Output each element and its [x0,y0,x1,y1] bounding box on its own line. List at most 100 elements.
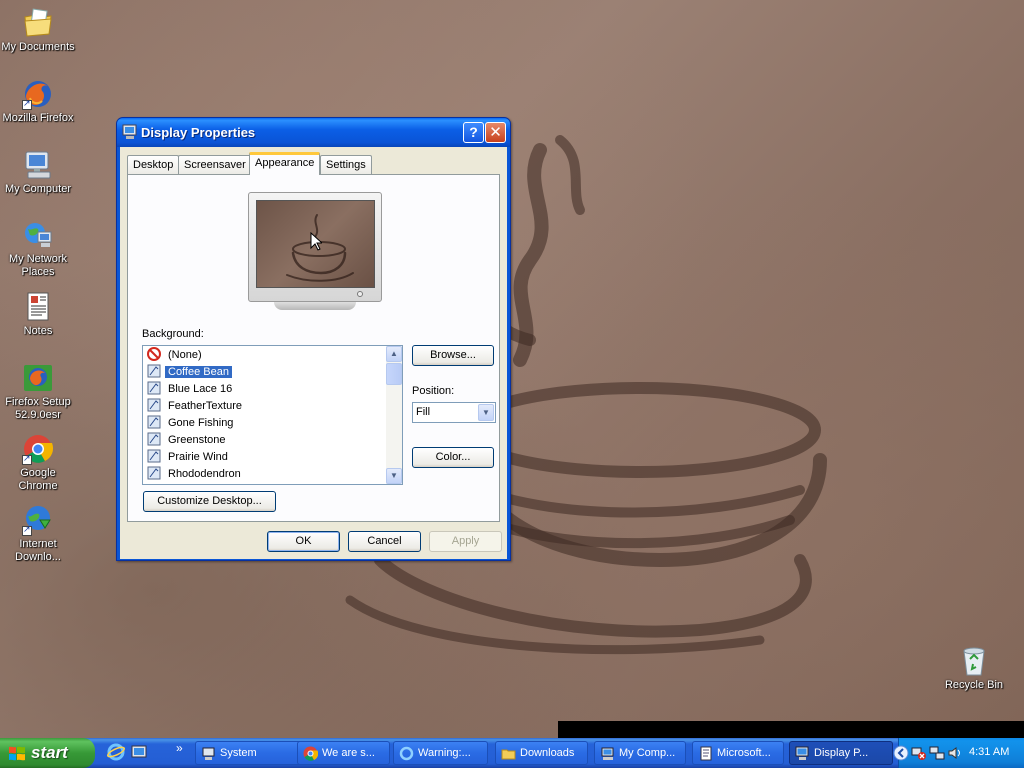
desktop-icon-my-computer[interactable]: My Computer [0,149,76,196]
show-desktop-icon[interactable] [130,743,148,761]
network-places-icon [22,219,54,251]
tab-desktop[interactable]: Desktop [127,155,180,174]
desktop-icon-label: Firefox Setup 52.9.0esr [5,396,71,421]
internet-explorer-icon [399,746,414,761]
appearance-tab-panel: Background: (None) Coffee Bean Blue Lace… [127,174,500,522]
browse-button[interactable]: Browse... [412,345,494,366]
taskbar-item-warning[interactable]: Warning:... [393,741,488,765]
taskbar-item-label: Warning:... [418,747,471,759]
list-item-label: Rhododendron [168,468,241,480]
network-error-icon[interactable] [911,745,927,761]
desktop-icon-mozilla-firefox[interactable]: Mozilla Firefox [0,78,76,125]
network-connection-icon[interactable] [929,745,945,761]
desktop-icon-label: Google Chrome [18,467,58,492]
taskbar-item-label: System [220,747,257,759]
tab-screensaver[interactable]: Screensaver [178,155,252,174]
list-item-label: Prairie Wind [168,451,228,463]
list-item-label: (None) [168,349,202,361]
list-item-prairie-wind[interactable]: Prairie Wind [147,449,231,466]
tray-expand-icon[interactable] [893,745,909,761]
dialog-client-area: Desktop Screensaver Appearance Settings [120,147,507,559]
desktop-icon-recycle-bin[interactable]: Recycle Bin [936,645,1012,692]
apply-button[interactable]: Apply [429,531,502,552]
ok-button[interactable]: OK [267,531,340,552]
shortcut-arrow-icon [22,98,32,110]
list-item-none[interactable]: (None) [147,347,205,364]
start-label: start [31,743,68,762]
desktop-icon-internet-download-manager[interactable]: Internet Downlo... [0,504,76,564]
close-button[interactable]: ✕ [485,122,506,143]
taskbar-item-label: My Comp... [619,747,676,759]
list-item-coffee-bean[interactable]: Coffee Bean [147,364,232,381]
tab-appearance[interactable]: Appearance [249,152,321,175]
taskbar-item-display-properties[interactable]: Display P... [789,741,893,765]
notepad-icon [698,746,713,761]
scroll-down-icon[interactable]: ▼ [386,468,402,484]
folder-icon [501,746,516,761]
desktop-icon-label: Internet Downlo... [15,538,61,563]
scroll-up-icon[interactable]: ▲ [386,346,402,362]
none-icon [147,347,161,361]
list-item-rhododendron[interactable]: Rhododendron [147,466,244,483]
list-item-gone-fishing[interactable]: Gone Fishing [147,415,236,432]
internet-download-manager-icon [22,504,54,536]
taskbar-item-microsoft[interactable]: Microsoft... [692,741,784,765]
position-select[interactable]: Fill ▼ [412,402,496,423]
quick-launch-more-icon[interactable]: » [176,741,183,755]
desktop-icon-label: Notes [23,325,53,337]
desktop-icon-firefox-setup[interactable]: Firefox Setup 52.9.0esr [0,362,76,422]
list-item-greenstone[interactable]: Greenstone [147,432,228,449]
shortcut-arrow-icon [22,453,32,465]
list-item-label: Coffee Bean [165,366,232,378]
taskbar: start » System We are s... Warning:... D… [0,738,1024,768]
black-overlay-strip [558,721,1024,738]
display-properties-window[interactable]: Display Properties ? ✕ Desktop Screensav… [116,117,511,561]
chrome-icon [22,433,54,465]
list-scrollbar[interactable]: ▲ ▼ [386,346,402,484]
taskbar-item-label: Downloads [520,747,575,759]
desktop-icon-label: My Documents [1,41,75,53]
desktop-icon-label: Mozilla Firefox [2,112,74,124]
bitmap-icon [147,432,161,446]
background-label: Background: [142,328,204,340]
system-icon [201,746,216,761]
taskbar-item-downloads[interactable]: Downloads [495,741,588,765]
customize-desktop-button[interactable]: Customize Desktop... [143,491,276,512]
windows-logo-icon [9,746,25,761]
display-properties-icon [795,746,810,761]
window-title: Display Properties [141,125,256,140]
bitmap-icon [147,398,161,412]
bitmap-icon [147,364,161,378]
desktop-icon-label: My Network Places [8,253,68,278]
color-button[interactable]: Color... [412,447,494,468]
cancel-button[interactable]: Cancel [348,531,421,552]
scroll-thumb[interactable] [386,363,402,385]
tab-settings[interactable]: Settings [320,155,372,174]
taskbar-item-label: We are s... [322,747,375,759]
clock[interactable]: 4:31 AM [969,746,1009,758]
list-item-blue-lace-16[interactable]: Blue Lace 16 [147,381,235,398]
desktop-icon-notes[interactable]: Notes [0,291,76,338]
firefox-setup-icon [22,362,54,394]
taskbar-item-my-computer[interactable]: My Comp... [594,741,686,765]
desktop-icon-my-documents[interactable]: My Documents [0,7,76,54]
title-bar[interactable]: Display Properties ? ✕ [117,118,510,147]
start-button[interactable]: start [0,738,95,768]
monitor-power-led [357,291,363,297]
taskbar-item-chrome[interactable]: We are s... [297,741,390,765]
desktop-icon-google-chrome[interactable]: Google Chrome [0,433,76,493]
desktop-icon-my-network-places[interactable]: My Network Places [0,219,76,279]
list-item-feathertexture[interactable]: FeatherTexture [147,398,245,415]
volume-icon[interactable] [947,745,963,761]
list-item-label: Blue Lace 16 [168,383,233,395]
chevron-down-icon[interactable]: ▼ [478,404,494,421]
list-item-label: FeatherTexture [168,400,242,412]
background-listbox[interactable]: (None) Coffee Bean Blue Lace 16 FeatherT… [142,345,403,485]
internet-explorer-icon[interactable] [106,743,126,761]
help-button[interactable]: ? [463,122,484,143]
position-value: Fill [416,406,431,418]
taskbar-item-label: Display P... [814,747,869,759]
recycle-bin-icon [958,645,990,677]
mouse-cursor-icon [310,232,322,251]
monitor-stand [274,302,356,310]
